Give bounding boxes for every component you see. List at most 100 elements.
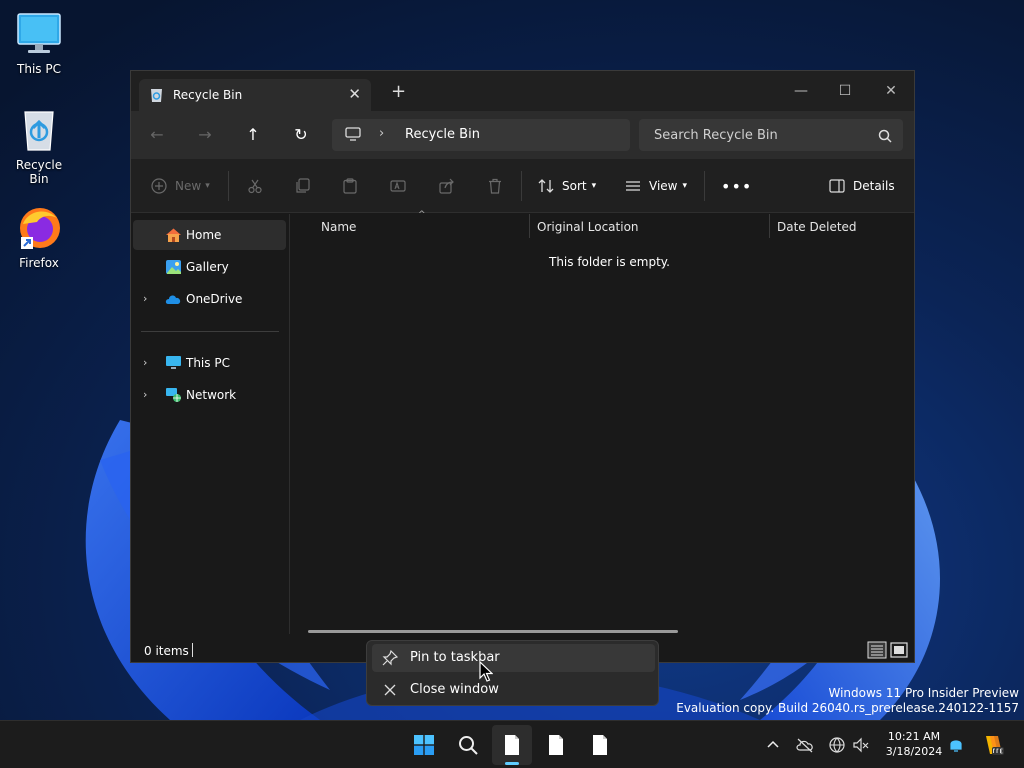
minimize-button[interactable]: — bbox=[781, 77, 821, 105]
home-icon bbox=[166, 228, 181, 242]
document-icon bbox=[505, 735, 519, 755]
refresh-button[interactable]: ↻ bbox=[289, 123, 313, 147]
new-label: New bbox=[175, 179, 202, 193]
pin-to-taskbar-item[interactable]: Pin to taskbar bbox=[372, 644, 655, 672]
horizontal-scrollbar[interactable] bbox=[308, 630, 678, 633]
search-button[interactable] bbox=[448, 725, 488, 765]
toolbar-divider bbox=[521, 171, 522, 201]
navigation-pane: Home Gallery › OneDrive › This PC › Netw… bbox=[131, 214, 289, 634]
rename-button[interactable] bbox=[390, 174, 406, 198]
chevron-up-icon[interactable] bbox=[764, 736, 782, 754]
sidebar-item-label: Gallery bbox=[186, 260, 229, 274]
desktop-icon-firefox[interactable]: Firefox bbox=[6, 204, 72, 270]
chevron-right-icon[interactable]: › bbox=[143, 388, 147, 401]
view-button[interactable]: View ▾ bbox=[625, 174, 687, 198]
speaker-muted-icon[interactable] bbox=[852, 736, 870, 754]
rename-icon bbox=[390, 180, 406, 192]
evaluation-watermark: Windows 11 Pro Insider Preview Evaluatio… bbox=[676, 686, 1019, 716]
maximize-button[interactable]: ☐ bbox=[825, 77, 865, 105]
close-window-button[interactable]: ✕ bbox=[871, 77, 911, 105]
clipboard-icon bbox=[343, 178, 357, 194]
close-icon bbox=[384, 684, 396, 696]
chevron-right-icon[interactable]: › bbox=[143, 292, 147, 305]
forward-button[interactable]: → bbox=[193, 123, 217, 147]
delete-button[interactable] bbox=[487, 174, 503, 198]
tab-title: Recycle Bin bbox=[173, 88, 243, 102]
column-divider[interactable] bbox=[529, 214, 530, 238]
file-explorer-window: Recycle Bin ✕ + — ☐ ✕ ← → ↑ ↻ › Recycle … bbox=[130, 70, 915, 663]
toolbar-divider bbox=[228, 171, 229, 201]
menu-item-label: Close window bbox=[410, 682, 499, 697]
details-label: Details bbox=[853, 179, 895, 193]
taskbar-app-2[interactable] bbox=[536, 725, 576, 765]
recycle-bin-icon bbox=[151, 89, 162, 102]
back-button[interactable]: ← bbox=[145, 123, 169, 147]
taskbar: 10:21 AM 3/18/2024 bbox=[0, 720, 1024, 768]
sidebar-item-onedrive[interactable]: › OneDrive bbox=[133, 284, 286, 314]
firefox-icon bbox=[20, 208, 60, 249]
sidebar-item-this-pc[interactable]: › This PC bbox=[133, 348, 286, 378]
document-icon bbox=[593, 735, 607, 755]
close-window-item[interactable]: Close window bbox=[372, 676, 655, 704]
column-header-name[interactable]: Name bbox=[321, 220, 356, 234]
address-bar[interactable]: › Recycle Bin bbox=[332, 119, 630, 151]
more-options-icon[interactable]: ••• bbox=[721, 174, 752, 198]
column-header-original-location[interactable]: Original Location bbox=[537, 220, 639, 234]
item-count: 0 items bbox=[144, 644, 189, 658]
start-button[interactable] bbox=[404, 725, 444, 765]
scissors-icon bbox=[248, 179, 262, 194]
share-button[interactable] bbox=[439, 174, 455, 198]
clock-time: 10:21 AM bbox=[887, 730, 941, 743]
sidebar-item-network[interactable]: › Network bbox=[133, 380, 286, 410]
sort-ascending-icon: ^ bbox=[418, 210, 426, 220]
new-button[interactable]: New ▾ bbox=[151, 174, 210, 198]
close-tab-icon[interactable]: ✕ bbox=[348, 85, 361, 103]
search-icon[interactable] bbox=[878, 129, 892, 143]
status-divider bbox=[192, 643, 193, 657]
cut-button[interactable] bbox=[247, 174, 263, 198]
chevron-down-icon: ▾ bbox=[682, 181, 688, 191]
taskbar-app-explorer[interactable] bbox=[492, 725, 532, 765]
notification-bell-icon[interactable] bbox=[947, 736, 965, 754]
monitor-icon bbox=[17, 13, 61, 53]
details-view-icon[interactable] bbox=[867, 641, 887, 659]
copy-button[interactable] bbox=[295, 174, 311, 198]
sidebar-item-label: Home bbox=[186, 228, 222, 242]
pin-icon bbox=[382, 650, 398, 666]
search-input[interactable] bbox=[639, 119, 903, 151]
chevron-down-icon: ▾ bbox=[205, 181, 210, 191]
empty-folder-message: This folder is empty. bbox=[549, 255, 670, 269]
desktop-icon-this-pc[interactable]: This PC bbox=[6, 10, 72, 76]
details-pane-button[interactable]: Details bbox=[829, 174, 895, 198]
breadcrumb-recycle-bin[interactable]: Recycle Bin bbox=[405, 127, 480, 142]
title-bar[interactable]: Recycle Bin ✕ + — ☐ ✕ bbox=[131, 71, 914, 111]
tab-recycle-bin[interactable]: Recycle Bin ✕ bbox=[139, 79, 371, 111]
pane-splitter[interactable] bbox=[289, 214, 290, 634]
globe-icon[interactable] bbox=[828, 736, 846, 754]
sidebar-divider bbox=[141, 331, 279, 332]
taskbar-app-3[interactable] bbox=[580, 725, 620, 765]
column-divider[interactable] bbox=[769, 214, 770, 238]
system-clock[interactable]: 10:21 AM 3/18/2024 bbox=[876, 729, 952, 759]
sidebar-item-home[interactable]: Home bbox=[133, 220, 286, 250]
this-pc-icon bbox=[166, 356, 181, 369]
cloud-offline-icon[interactable] bbox=[796, 736, 814, 754]
sidebar-item-gallery[interactable]: Gallery bbox=[133, 252, 286, 282]
gallery-icon bbox=[166, 260, 181, 274]
network-icon bbox=[166, 388, 181, 402]
new-tab-button[interactable]: + bbox=[391, 83, 406, 101]
windows-logo-icon bbox=[414, 735, 434, 755]
sort-button[interactable]: Sort ▾ bbox=[538, 174, 596, 198]
toolbar-divider bbox=[704, 171, 705, 201]
view-label: View bbox=[649, 179, 678, 193]
chevron-right-icon[interactable]: › bbox=[143, 356, 147, 369]
tiles-view-icon[interactable] bbox=[889, 641, 909, 659]
desktop-icon-recycle-bin[interactable]: Recycle Bin bbox=[6, 106, 72, 186]
up-button[interactable]: ↑ bbox=[241, 123, 265, 147]
plus-circle-icon bbox=[151, 178, 167, 194]
copilot-preview-icon[interactable] bbox=[980, 733, 1004, 757]
chevron-right-icon[interactable]: › bbox=[379, 126, 384, 141]
column-header-date-deleted[interactable]: Date Deleted bbox=[777, 220, 857, 234]
paste-button[interactable] bbox=[342, 174, 358, 198]
sort-label: Sort bbox=[562, 179, 587, 193]
